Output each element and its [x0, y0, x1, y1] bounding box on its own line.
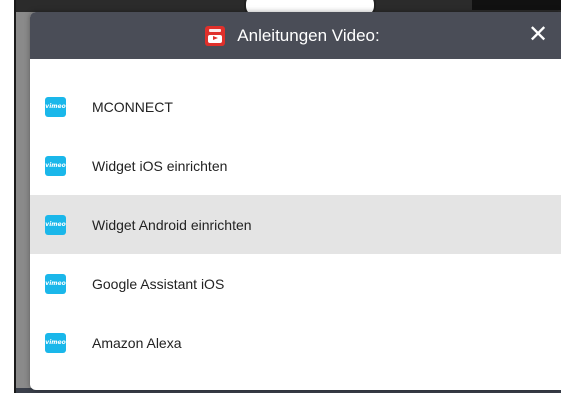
video-item-widget-ios[interactable]: vimeo Widget iOS einrichten [30, 136, 561, 195]
vimeo-icon: vimeo [45, 273, 66, 294]
video-item-mconnect[interactable]: vimeo MCONNECT [30, 77, 561, 136]
modal-header: Anleitungen Video: ✕ [30, 12, 561, 59]
video-item-label: Widget Android einrichten [92, 216, 252, 233]
video-item-label: MCONNECT [92, 98, 173, 115]
video-item-label: Amazon Alexa [92, 334, 182, 351]
vimeo-icon: vimeo [45, 96, 66, 117]
youtube-icon [205, 25, 226, 46]
close-button[interactable]: ✕ [525, 22, 551, 48]
video-item-label: Widget iOS einrichten [92, 157, 228, 174]
video-item-google-assistant-ios[interactable]: vimeo Google Assistant iOS [30, 254, 561, 313]
video-tutorials-modal: Anleitungen Video: ✕ vimeo MCONNECT vime… [30, 12, 561, 390]
video-item-label: Google Assistant iOS [92, 275, 225, 292]
modal-header-title-group: Anleitungen Video: [205, 25, 380, 46]
video-item-amazon-alexa[interactable]: vimeo Amazon Alexa [30, 313, 561, 372]
background-topright [472, 0, 561, 10]
video-item-widget-android[interactable]: vimeo Widget Android einrichten [30, 195, 561, 254]
vimeo-icon: vimeo [45, 155, 66, 176]
modal-title: Anleitungen Video: [237, 25, 380, 45]
vimeo-icon: vimeo [45, 214, 66, 235]
video-list: vimeo MCONNECT vimeo Widget iOS einricht… [30, 59, 561, 372]
vimeo-icon: vimeo [45, 332, 66, 353]
